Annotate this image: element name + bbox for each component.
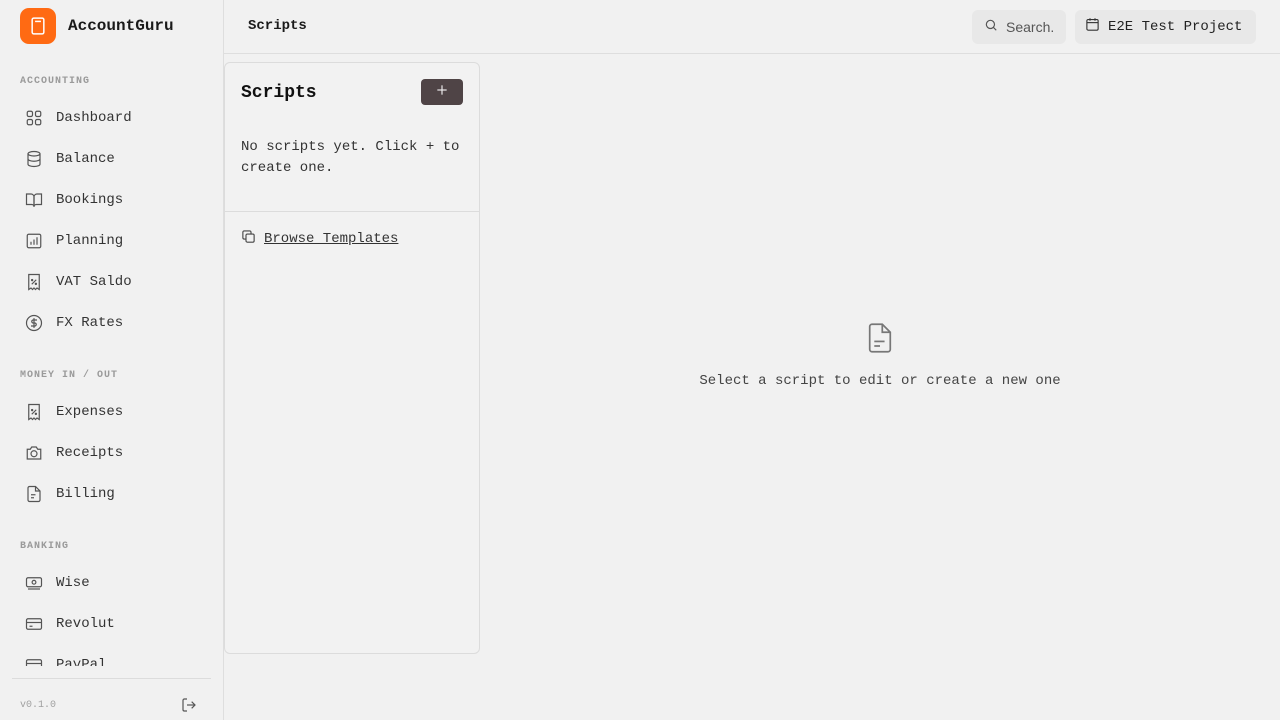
project-selector[interactable]: E2E Test Project (1075, 10, 1256, 44)
search-button[interactable]: Search. (972, 10, 1066, 44)
section-label-money: MONEY IN / OUT (20, 370, 119, 381)
sidebar-item-expenses[interactable]: Expenses (16, 395, 208, 429)
version-label: v0.1.0 (20, 700, 57, 711)
section-label-accounting: ACCOUNTING (20, 76, 91, 87)
sidebar-item-label: PayPal (56, 657, 107, 666)
search-label: Search. (1006, 19, 1055, 35)
logout-icon[interactable] (181, 697, 199, 715)
sidebar-item-planning[interactable]: Planning (16, 224, 208, 258)
panel-divider (225, 211, 479, 212)
database-icon (24, 149, 44, 169)
page-title: Scripts (248, 18, 307, 34)
browse-templates-label: Browse Templates (264, 231, 399, 247)
sidebar-item-label: Balance (56, 151, 115, 167)
sidebar-item-label: Expenses (56, 404, 124, 420)
copy-icon (241, 229, 256, 249)
scripts-empty-message: No scripts yet. Click + to create one. (241, 139, 460, 176)
credit-card-icon (24, 614, 44, 634)
grid-icon (24, 108, 44, 128)
sidebar-item-label: Receipts (56, 445, 124, 461)
chart-icon (24, 231, 44, 251)
calendar-icon (1085, 17, 1100, 37)
sidebar-item-label: Bookings (56, 192, 124, 208)
receipt-percent-icon (24, 272, 44, 292)
sidebar-item-label: Planning (56, 233, 124, 249)
sidebar-item-label: VAT Saldo (56, 274, 132, 290)
sidebar-item-label: Billing (56, 486, 115, 502)
sidebar-item-vat-saldo[interactable]: VAT Saldo (16, 265, 208, 299)
sidebar-item-label: Revolut (56, 616, 115, 632)
scripts-panel-title: Scripts (241, 83, 317, 103)
sidebar-item-bookings[interactable]: Bookings (16, 183, 208, 217)
sidebar-item-balance[interactable]: Balance (16, 142, 208, 176)
brand[interactable]: AccountGuru (20, 8, 174, 44)
sidebar-item-paypal[interactable]: PayPal (16, 648, 208, 666)
editor-empty-state: Select a script to edit or create a new … (480, 322, 1280, 389)
sidebar-item-revolut[interactable]: Revolut (16, 607, 208, 641)
sidebar-item-label: Dashboard (56, 110, 132, 126)
sidebar-footer: v0.1.0 (12, 678, 211, 720)
sidebar-item-wise[interactable]: Wise (16, 566, 208, 600)
sidebar: AccountGuru ACCOUNTING Dashboard Balance (0, 0, 224, 720)
file-text-icon (24, 484, 44, 504)
add-script-button[interactable] (421, 79, 463, 105)
book-icon (24, 190, 44, 210)
top-bar: Scripts Search. E2E Test Project (224, 0, 1280, 54)
receipt-percent-icon (24, 402, 44, 422)
sidebar-item-label: Wise (56, 575, 90, 591)
sidebar-nav: ACCOUNTING Dashboard Balance Bookings Pl… (0, 56, 223, 666)
sidebar-item-fx-rates[interactable]: FX Rates (16, 306, 208, 340)
wallet-icon (24, 655, 44, 666)
dollar-circle-icon (24, 313, 44, 333)
scripts-panel: Scripts No scripts yet. Click + to creat… (224, 62, 480, 654)
sidebar-item-billing[interactable]: Billing (16, 477, 208, 511)
file-text-icon (866, 322, 894, 354)
banknote-icon (24, 573, 44, 593)
calculator-icon (20, 8, 56, 44)
project-name: E2E Test Project (1108, 19, 1243, 35)
empty-state-text: Select a script to edit or create a new … (699, 373, 1061, 389)
section-label-banking: BANKING (20, 541, 70, 552)
app-name: AccountGuru (68, 17, 174, 35)
camera-icon (24, 443, 44, 463)
search-icon (984, 18, 998, 37)
browse-templates-link[interactable]: Browse Templates (241, 229, 398, 249)
plus-icon (435, 83, 449, 102)
sidebar-item-receipts[interactable]: Receipts (16, 436, 208, 470)
sidebar-item-dashboard[interactable]: Dashboard (16, 101, 208, 135)
sidebar-item-label: FX Rates (56, 315, 124, 331)
